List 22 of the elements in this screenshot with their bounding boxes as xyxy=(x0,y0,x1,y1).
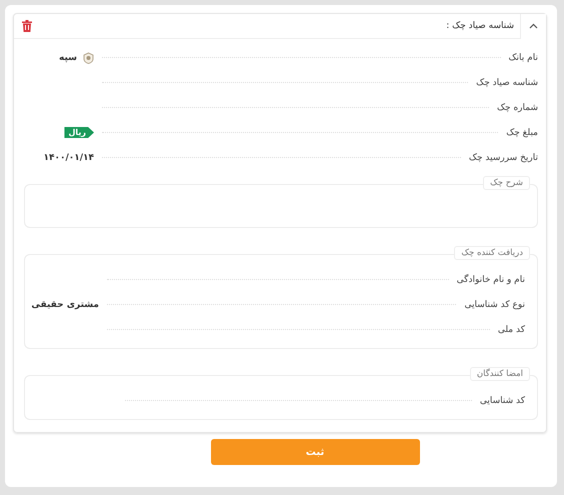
currency-tag: ریال xyxy=(64,127,94,138)
field-value: مشتری حقیقی xyxy=(31,300,99,310)
section-legend: دریافت کننده چک xyxy=(454,246,530,260)
field-legend: شرح چک xyxy=(483,176,530,190)
field-label: نام بانک xyxy=(508,52,538,62)
field-value: ۱۴۰۰/۰۱/۱۴ xyxy=(43,152,94,162)
field-label: مبلغ چک xyxy=(506,128,538,138)
bank-logo-icon xyxy=(83,52,94,64)
submit-button[interactable]: ثبت xyxy=(210,439,420,465)
chevron-icon xyxy=(529,23,538,29)
field-label: شماره چک xyxy=(496,102,538,112)
card-title: شناسه صیاد چک : xyxy=(445,21,515,31)
trash-icon xyxy=(22,20,32,32)
field-label: کد شناسایی xyxy=(480,396,525,406)
section-legend: امضا کنندگان xyxy=(470,367,530,381)
field-label: نوع کد شناسایی xyxy=(464,300,525,310)
collapse-button[interactable] xyxy=(520,14,546,38)
field-value: سپه xyxy=(59,52,77,62)
field-label: شناسه صیاد چک xyxy=(476,78,538,88)
field-label: تاریخ سررسید چک xyxy=(468,152,538,162)
field-label: کد ملی xyxy=(498,324,525,334)
field-label: نام و نام خانوادگی xyxy=(456,274,525,284)
